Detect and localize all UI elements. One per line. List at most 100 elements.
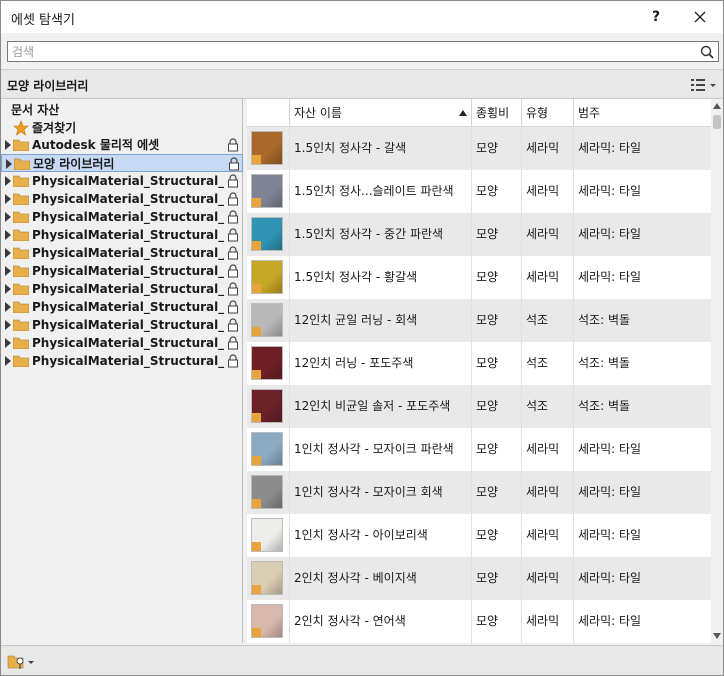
material-swatch bbox=[251, 174, 283, 208]
table-row[interactable]: 1인치 정사각 - 모자이크 회색 모양 세라믹 세라믹: 타일 bbox=[247, 471, 711, 514]
tree-item-library[interactable]: 모양 라이브러리 bbox=[1, 154, 243, 172]
expand-arrow-icon[interactable] bbox=[5, 212, 11, 222]
material-swatch bbox=[251, 217, 283, 251]
search-box[interactable] bbox=[7, 41, 719, 62]
table-row[interactable]: 1.5인치 정사...슬레이트 파란색 모양 세라믹 세라믹: 타일 bbox=[247, 170, 711, 213]
tree-item-library[interactable]: PhysicalMaterial_Structural_Pol... bbox=[1, 298, 243, 316]
aspect-cell: 모양 bbox=[471, 385, 521, 428]
category-cell: 세라믹: 타일 bbox=[573, 471, 711, 514]
material-swatch bbox=[251, 432, 283, 466]
grid-scrollbar[interactable] bbox=[711, 99, 723, 643]
table-row[interactable]: 1.5인치 정사각 - 황갈색 모양 세라믹 세라믹: 타일 bbox=[247, 256, 711, 299]
column-header-aspect[interactable]: 종횡비 bbox=[471, 99, 521, 127]
lock-icon bbox=[228, 336, 238, 350]
asset-browser-window: 에셋 탐색기 ? 모양 라이브러리 문서 자산 bbox=[0, 0, 724, 676]
tree-item-label: PhysicalMaterial_Structural_Nor... bbox=[32, 282, 224, 296]
library-manage-icon bbox=[7, 655, 34, 669]
category-cell: 세라믹: 타일 bbox=[573, 557, 711, 600]
appearance-badge-icon bbox=[252, 155, 261, 164]
table-row[interactable]: 2인치 정사각 - 베이지색 모양 세라믹 세라믹: 타일 bbox=[247, 557, 711, 600]
column-header-name[interactable]: 자산 이름 bbox=[289, 99, 471, 127]
expand-arrow-icon[interactable] bbox=[5, 338, 11, 348]
thumbnail-cell bbox=[247, 514, 289, 557]
aspect-cell: 모양 bbox=[471, 342, 521, 385]
expand-arrow-icon[interactable] bbox=[5, 194, 11, 204]
scroll-thumb[interactable] bbox=[713, 115, 721, 129]
view-options-button[interactable] bbox=[689, 76, 719, 94]
column-header-type[interactable]: 유형 bbox=[521, 99, 573, 127]
appearance-badge-icon bbox=[252, 327, 261, 336]
tree-item-label: PhysicalMaterial_Structural_Can... bbox=[32, 192, 224, 206]
grid-header: 자산 이름 종횡비 유형 범주 bbox=[247, 99, 711, 127]
help-button[interactable]: ? bbox=[641, 5, 671, 29]
tree-item-label: 문서 자산 bbox=[11, 103, 60, 117]
tree-item-library[interactable]: PhysicalMaterial_Structural_UK bbox=[1, 334, 243, 352]
material-swatch bbox=[251, 604, 283, 638]
tree-item-library[interactable]: PhysicalMaterial_Structural_Rus... bbox=[1, 316, 243, 334]
table-row[interactable]: 1.5인치 정사각 - 중간 파란색 모양 세라믹 세라믹: 타일 bbox=[247, 213, 711, 256]
table-row[interactable]: 1.5인치 정사각 - 갈색 모양 세라믹 세라믹: 타일 bbox=[247, 127, 711, 170]
tree-item-library[interactable]: Autodesk 물리적 에셋 bbox=[1, 136, 243, 154]
column-header-thumbnail[interactable] bbox=[247, 99, 289, 127]
folder-icon bbox=[13, 211, 29, 223]
scroll-up-icon[interactable] bbox=[713, 103, 721, 109]
column-header-category[interactable]: 범주 bbox=[573, 99, 711, 127]
expand-arrow-icon[interactable] bbox=[6, 159, 12, 169]
thumbnail-cell bbox=[247, 170, 289, 213]
aspect-cell: 모양 bbox=[471, 213, 521, 256]
tree-item-document-assets[interactable]: 문서 자산 bbox=[1, 101, 243, 119]
expand-arrow-icon[interactable] bbox=[5, 248, 11, 258]
asset-name-cell: 12인치 균일 러닝 - 회색 bbox=[289, 299, 471, 342]
folder-icon bbox=[13, 175, 29, 187]
tree-item-library[interactable]: PhysicalMaterial_Structural_US bbox=[1, 352, 243, 370]
tree-item-library[interactable]: PhysicalMaterial_Structural_Aus... bbox=[1, 172, 243, 190]
folder-icon bbox=[13, 355, 29, 367]
thumbnail-cell bbox=[247, 342, 289, 385]
table-row[interactable]: 12인치 러닝 - 포도주색 모양 석조 석조: 벽돌 bbox=[247, 342, 711, 385]
scroll-down-icon[interactable] bbox=[713, 633, 721, 639]
expand-arrow-icon[interactable] bbox=[5, 320, 11, 330]
asset-name-cell: 1.5인치 정사각 - 갈색 bbox=[289, 127, 471, 170]
tree-item-library[interactable]: PhysicalMaterial_Structural_Can... bbox=[1, 190, 243, 208]
appearance-badge-icon bbox=[252, 499, 261, 508]
expand-arrow-icon[interactable] bbox=[5, 284, 11, 294]
type-cell: 세라믹 bbox=[521, 600, 573, 643]
appearance-badge-icon bbox=[252, 198, 261, 207]
tree-item-library[interactable]: PhysicalMaterial_Structural_Nor... bbox=[1, 280, 243, 298]
table-row[interactable]: 1인치 정사각 - 모자이크 파란색 모양 세라믹 세라믹: 타일 bbox=[247, 428, 711, 471]
category-cell: 세라믹: 타일 bbox=[573, 213, 711, 256]
list-view-icon bbox=[691, 79, 716, 91]
tree-item-library[interactable]: PhysicalMaterial_Structural_Ger... bbox=[1, 208, 243, 226]
folder-icon bbox=[13, 139, 29, 151]
table-row[interactable]: 12인치 비균일 솔저 - 포도주색 모양 석조 석조: 벽돌 bbox=[247, 385, 711, 428]
material-swatch bbox=[251, 346, 283, 380]
material-swatch bbox=[251, 475, 283, 509]
category-cell: 세라믹: 타일 bbox=[573, 600, 711, 643]
search-input[interactable] bbox=[8, 42, 688, 61]
expand-arrow-icon[interactable] bbox=[5, 176, 11, 186]
expand-arrow-icon[interactable] bbox=[5, 230, 11, 240]
tree-item-library[interactable]: PhysicalMaterial_Structural_Net... bbox=[1, 262, 243, 280]
tree-item-favorites[interactable]: 즐겨찾기 bbox=[1, 119, 243, 137]
appearance-badge-icon bbox=[252, 284, 261, 293]
category-cell: 세라믹: 타일 bbox=[573, 127, 711, 170]
expand-arrow-icon[interactable] bbox=[5, 266, 11, 276]
expand-arrow-icon[interactable] bbox=[5, 140, 11, 150]
tree-item-label: PhysicalMaterial_Structural_Rus... bbox=[32, 318, 224, 332]
table-row[interactable]: 1인치 정사각 - 아이보리색 모양 세라믹 세라믹: 타일 bbox=[247, 514, 711, 557]
search-icon[interactable] bbox=[699, 44, 715, 60]
table-row[interactable]: 12인치 균일 러닝 - 회색 모양 석조 석조: 벽돌 bbox=[247, 299, 711, 342]
expand-arrow-icon[interactable] bbox=[5, 356, 11, 366]
sort-ascending-icon bbox=[459, 110, 467, 116]
expand-arrow-icon[interactable] bbox=[5, 302, 11, 312]
close-button[interactable] bbox=[685, 5, 715, 29]
category-cell: 세라믹: 타일 bbox=[573, 170, 711, 213]
type-cell: 세라믹 bbox=[521, 428, 573, 471]
table-row[interactable]: 2인치 정사각 - 연어색 모양 세라믹 세라믹: 타일 bbox=[247, 600, 711, 643]
lock-icon bbox=[229, 157, 239, 171]
material-swatch bbox=[251, 389, 283, 423]
manage-library-button[interactable] bbox=[7, 652, 37, 670]
tree-item-library[interactable]: PhysicalMaterial_Structural_Italy bbox=[1, 226, 243, 244]
tree-item-library[interactable]: PhysicalMaterial_Structural_Japan bbox=[1, 244, 243, 262]
lock-icon bbox=[228, 138, 238, 152]
